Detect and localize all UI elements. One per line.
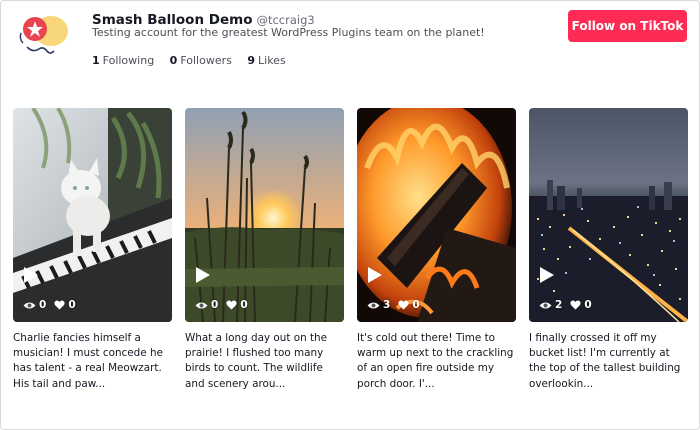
profile-handle[interactable]: @tccraig3 [256, 13, 314, 27]
video-card[interactable]: 2 0 I finally crossed it off my bucket l… [529, 108, 688, 392]
video-caption[interactable]: It's cold out there! Time to warm up nex… [357, 331, 517, 392]
video-caption[interactable]: Charlie fancies himself a musician! I mu… [13, 331, 173, 392]
heart-icon [570, 300, 581, 310]
thumbnail-image-campfire [357, 108, 516, 322]
like-count: 0 [68, 299, 76, 311]
stat-followers: 0 Followers [170, 54, 232, 67]
play-icon[interactable] [195, 266, 211, 284]
follow-on-tiktok-button[interactable]: Follow on TikTok [568, 10, 687, 42]
video-thumbnail[interactable]: 3 0 [357, 108, 516, 322]
view-count: 0 [211, 299, 219, 311]
thumbnail-image-cat-piano [13, 108, 172, 322]
video-stats: 3 0 [367, 298, 420, 312]
eye-icon [23, 302, 36, 308]
view-count: 2 [555, 299, 563, 311]
video-caption[interactable]: What a long day out on the prairie! I fl… [185, 331, 345, 392]
eye-icon [367, 302, 380, 308]
video-thumbnail[interactable]: 0 0 [13, 108, 172, 322]
likes-label: Likes [258, 54, 286, 67]
stat-likes: 9 Likes [247, 54, 285, 67]
video-thumbnail[interactable]: 2 0 [529, 108, 688, 322]
video-stats: 2 0 [539, 298, 592, 312]
following-label: Following [102, 54, 155, 67]
thumbnail-image-city-night [529, 108, 688, 322]
view-count: 3 [383, 299, 391, 311]
video-card[interactable]: 3 0 It's cold out there! Time to warm up… [357, 108, 516, 392]
like-count: 0 [412, 299, 420, 311]
followers-count: 0 [169, 54, 178, 67]
profile-avatar[interactable] [13, 9, 75, 67]
view-count: 0 [39, 299, 47, 311]
tiktok-feed-widget: Smash Balloon Demo @tccraig3 Testing acco… [0, 0, 700, 430]
followers-label: Followers [180, 54, 232, 67]
video-stats: 0 0 [23, 298, 76, 312]
video-card[interactable]: 0 0 Charlie fancies himself a musician! … [13, 108, 172, 392]
heart-icon [54, 300, 65, 310]
eye-icon [539, 302, 552, 308]
video-thumbnail[interactable]: 0 0 [185, 108, 344, 322]
heart-icon [398, 300, 409, 310]
play-icon[interactable] [23, 266, 39, 284]
like-count: 0 [584, 299, 592, 311]
video-stats: 0 0 [195, 298, 248, 312]
following-count: 1 [92, 54, 100, 67]
likes-count: 9 [247, 54, 256, 67]
heart-icon [226, 300, 237, 310]
like-count: 0 [240, 299, 248, 311]
play-icon[interactable] [367, 266, 383, 284]
profile-header: Smash Balloon Demo @tccraig3 Testing acco… [1, 1, 700, 91]
stat-following: 1 Following [92, 54, 154, 67]
profile-stats: 1 Following 0 Followers 9 Likes [92, 54, 298, 67]
eye-icon [195, 302, 208, 308]
thumbnail-image-prairie-sunset [185, 108, 344, 322]
video-caption[interactable]: I finally crossed it off my bucket list!… [529, 331, 689, 392]
play-icon[interactable] [539, 266, 555, 284]
profile-bio: Testing account for the greatest WordPre… [92, 26, 485, 39]
video-card[interactable]: 0 0 What a long day out on the prairie! … [185, 108, 344, 392]
